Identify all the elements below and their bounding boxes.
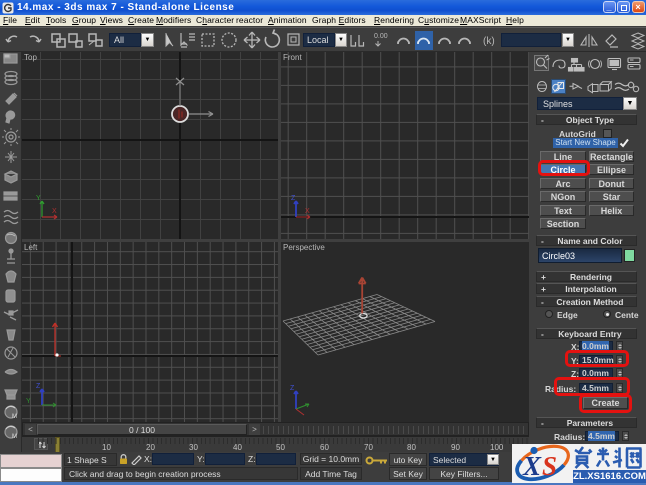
svg-text:Y: Y [26,398,31,405]
svg-text:X: X [522,451,542,481]
svg-text:X: X [305,208,310,215]
svg-text:Z: Z [291,195,296,202]
svg-text:M: M [12,434,17,440]
svg-text:Z: Z [290,385,295,392]
svg-text:S: S [542,451,557,481]
svg-text:X: X [52,208,57,215]
svg-text:(k): (k) [483,36,495,47]
svg-text:Z: Z [36,383,41,390]
svg-text:0.00: 0.00 [374,33,388,40]
svg-text:M: M [12,414,17,420]
svg-text:Y: Y [36,195,41,202]
